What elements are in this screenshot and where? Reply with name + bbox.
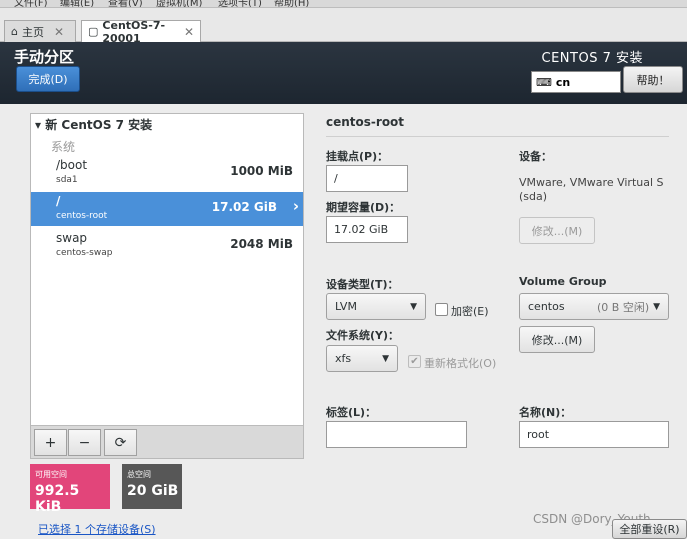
volume-group-free: (0 B 空闲) [597,300,650,314]
name-label: 名称(N)： [519,406,572,419]
encrypt-label: 加密(E) [451,305,489,318]
menu-help[interactable]: 帮助(H) [274,0,309,7]
close-icon[interactable]: ✕ [54,25,64,39]
menu-edit[interactable]: 编辑(E) [60,0,94,7]
close-icon[interactable]: ✕ [184,25,194,39]
vmware-tabbar: ⌂ 主页 ✕ ▢ CentOS-7-20001 ✕ [0,8,687,45]
filesystem-value: xfs [335,352,352,365]
mount-device: centos-root [56,211,108,221]
divider [326,136,669,137]
capacity-input[interactable]: 17.02 GiB [326,216,408,243]
detail-title: centos-root [326,115,405,129]
tab-vm[interactable]: ▢ CentOS-7-20001 ✕ [81,18,201,45]
mount-name: /boot [56,158,88,172]
device-text: VMware, VMware Virtual S [519,176,664,189]
menu-vm[interactable]: 虚拟机(M) [156,0,202,7]
install-group-label: 新 CentOS 7 安装 [45,118,153,132]
mount-item-boot[interactable]: /boot sda1 1000 MiB [31,156,303,190]
available-space-label: 可用空间 [35,470,67,479]
done-button[interactable]: 完成(D) [16,66,80,92]
mount-toolbar: + − ⟳ [31,425,303,458]
tag-label: 标签(L)： [326,406,377,419]
chevron-right-icon: › [292,197,299,215]
keyboard-layout-indicator[interactable]: ⌨ cn [531,71,621,93]
device-text-sub: (sda) [519,190,548,203]
volume-group-label: Volume Group [519,275,607,288]
mount-item-root[interactable]: / centos-root 17.02 GiB › [31,192,303,226]
add-mount-button[interactable]: + [34,429,67,456]
vm-icon: ▢ [88,25,99,38]
tag-input[interactable] [326,421,467,448]
installer-header: 手动分区 完成(D) CENTOS 7 安装 ⌨ cn 帮助！ [0,42,687,104]
tab-home[interactable]: ⌂ 主页 ✕ [4,20,76,42]
available-space-box: 可用空间 992.5 KiB [30,464,110,515]
filesystem-label: 文件系统(Y)： [326,329,400,342]
vmware-menubar: 文件(F) 编辑(E) 查看(V) 虚拟机(M) 选项卡(T) 帮助(H) [0,0,687,8]
tab-home-label: 主页 [21,25,44,39]
menu-view[interactable]: 查看(V) [108,0,143,7]
device-label: 设备： [519,150,552,163]
available-space-value: 992.5 KiB [35,483,80,515]
tab-vm-label: CentOS-7-20001 [102,18,166,45]
page-title: 手动分区 [14,48,75,66]
modify-vg-button[interactable]: 修改...(M) [519,326,595,353]
modify-device-button[interactable]: 修改...(M) [519,217,595,244]
volume-group-name: centos [528,300,565,313]
total-space-box: 总空间 20 GiB [122,464,182,509]
help-button[interactable]: 帮助！ [623,66,683,93]
mount-size: 2048 MiB [230,237,293,251]
mount-item-swap[interactable]: swap centos-swap 2048 MiB [31,229,303,263]
menu-file[interactable]: 文件(F) [14,0,48,7]
expander-icon: ▾ [35,118,42,132]
mount-name: swap [56,231,88,245]
total-space-value: 20 GiB [127,483,179,499]
mount-point-input[interactable]: / [326,165,408,192]
mount-name: / [56,194,61,208]
install-group-header[interactable]: ▾ 新 CentOS 7 安装 [35,116,152,133]
mount-point-list: ▾ 新 CentOS 7 安装 系统 /boot sda1 1000 MiB /… [30,113,304,459]
reformat-checkbox[interactable]: ✔ [408,355,421,368]
mount-device: sda1 [56,175,78,185]
menu-tab[interactable]: 选项卡(T) [218,0,262,7]
name-input[interactable]: root [519,421,669,448]
encrypt-checkbox[interactable] [435,303,448,316]
volume-group-select[interactable]: centos (0 B 空闲) ▼ [519,293,669,320]
remove-mount-button[interactable]: − [68,429,101,456]
device-type-value: LVM [335,300,357,313]
mount-point-label: 挂载点(P)： [326,150,389,163]
chevron-down-icon: ▼ [382,354,389,364]
mount-size: 17.02 GiB [211,200,277,214]
product-title: CENTOS 7 安装 [541,51,643,66]
refresh-button[interactable]: ⟳ [104,429,137,456]
keyboard-layout-label: cn [555,75,571,89]
mount-size: 1000 MiB [230,164,293,178]
chevron-down-icon: ▼ [410,302,417,312]
mount-device: centos-swap [56,248,113,258]
filesystem-select[interactable]: xfs ▼ [326,345,398,372]
reset-all-button[interactable]: 全部重设(R) [612,519,687,539]
system-section-label: 系统 [51,140,76,154]
device-type-label: 设备类型(T)： [326,278,399,291]
capacity-label: 期望容量(D)： [326,201,401,214]
home-icon: ⌂ [11,25,18,38]
reformat-label: 重新格式化(O) [424,357,497,370]
keyboard-icon: ⌨ [536,75,552,89]
total-space-label: 总空间 [127,470,151,479]
device-type-select[interactable]: LVM ▼ [326,293,426,320]
chevron-down-icon: ▼ [653,302,660,312]
storage-devices-link[interactable]: 已选择 1 个存储设备(S) [38,521,156,537]
